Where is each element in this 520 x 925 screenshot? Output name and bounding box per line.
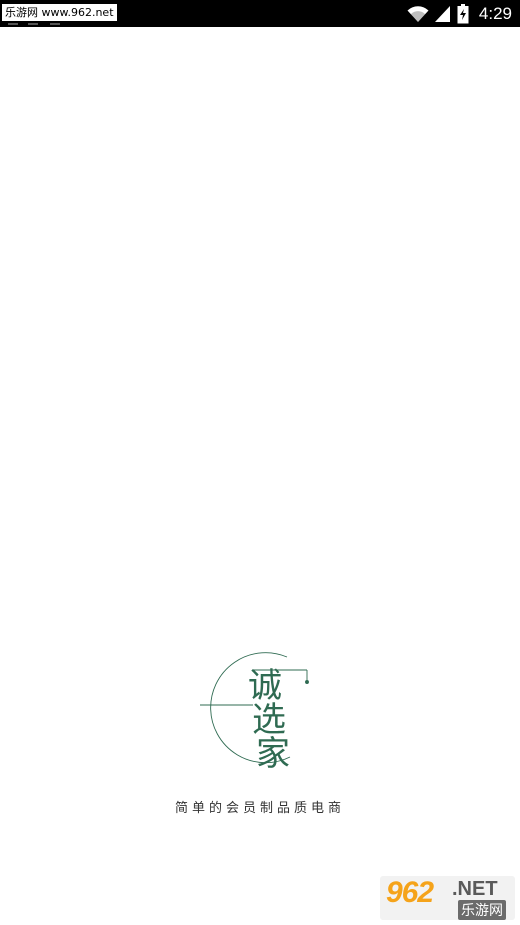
watermark-site-name: 乐游网: [458, 900, 506, 920]
notification-icons: [8, 21, 78, 25]
splash-screen: [0, 27, 520, 925]
svg-text:家: 家: [256, 734, 290, 774]
tagline: 简单的会员制品质电商: [174, 801, 345, 816]
wifi-icon: [407, 5, 429, 22]
brand-logo: 诚 选 家: [195, 645, 325, 775]
signal-icon: [434, 5, 450, 22]
status-icons: 4:29: [407, 0, 512, 27]
site-watermark: 962 .NET 乐游网: [380, 876, 515, 920]
watermark-suffix: .NET: [452, 878, 498, 900]
watermark-number: 962: [386, 876, 434, 909]
status-bar: 乐游网 www.962.net 4:29: [0, 0, 520, 27]
status-time: 4:29: [478, 3, 512, 23]
battery-icon: [457, 3, 469, 23]
watermark-tag: 乐游网 www.962.net: [2, 4, 117, 21]
